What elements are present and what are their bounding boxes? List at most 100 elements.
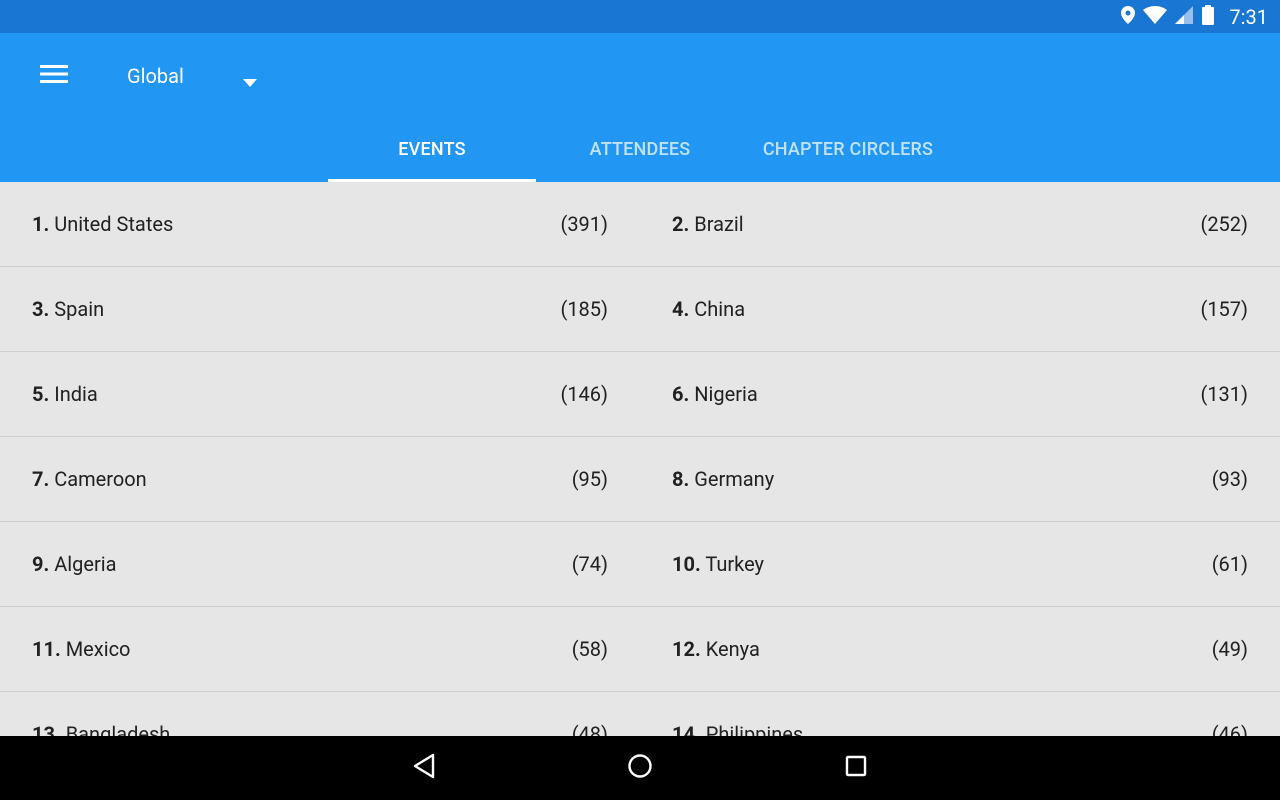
tab-chapter-circlers[interactable]: CHAPTER CIRCLERS [744,117,952,182]
country-name-line: 14. Philippines [672,722,803,736]
status-time: 7:31 [1229,4,1268,29]
tab-events[interactable]: EVENTS [328,117,536,182]
country-name: Germany [694,467,775,491]
country-name-line: 2. Brazil [672,212,744,236]
list-item[interactable]: 8. Germany (93) [640,437,1280,521]
country-name-line: 9. Algeria [32,552,117,576]
country-name: Spain [54,297,105,321]
tab-chapter-circlers-label: CHAPTER CIRCLERS [762,139,934,160]
dropdown-arrow-icon [243,72,257,91]
menu-button[interactable] [24,54,84,98]
list-row: 9. Algeria (74) 10. Turkey (61) [0,522,1280,607]
location-icon [1121,5,1136,28]
country-name: India [54,382,98,406]
list-item[interactable]: 9. Algeria (74) [0,522,640,606]
event-count: (252) [1200,212,1248,236]
country-name-line: 13. Bangladesh [32,722,170,736]
tab-attendees[interactable]: ATTENDEES [536,117,744,182]
event-count: (48) [571,722,608,736]
country-name-line: 10. Turkey [672,552,764,576]
country-name: Kenya [705,637,760,661]
list-row: 1. United States (391) 2. Brazil (252) [0,182,1280,267]
country-ranking-list[interactable]: 1. United States (391) 2. Brazil (252) 3. … [0,182,1280,736]
list-item[interactable]: 3. Spain (185) [0,267,640,351]
country-name-line: 1. United States [32,212,173,236]
region-spinner-label: Global [127,64,184,88]
recents-icon [845,755,867,781]
tab-attendees-label: ATTENDEES [589,139,691,160]
recents-button[interactable] [836,748,876,788]
event-count: (74) [571,552,608,576]
event-count: (131) [1200,382,1248,406]
rank-number: 8. [672,467,690,491]
navigation-bar [0,736,1280,800]
country-name: United States [54,212,174,236]
list-row: 5. India (146) 6. Nigeria (131) [0,352,1280,437]
rank-number: 11. [32,637,61,661]
rank-number: 9. [32,552,50,576]
home-button[interactable] [620,748,660,788]
home-icon [627,753,653,783]
event-count: (61) [1211,552,1248,576]
rank-number: 2. [672,212,690,236]
rank-number: 12. [672,637,701,661]
country-name-line: 4. China [672,297,745,321]
country-name: Turkey [705,552,765,576]
rank-number: 13. [32,722,61,736]
event-count: (58) [571,637,608,661]
event-count: (95) [571,467,608,491]
event-count: (157) [1200,297,1248,321]
event-count: (93) [1211,467,1248,491]
country-name: Brazil [694,212,744,236]
country-name: Nigeria [694,382,758,406]
country-name-line: 7. Cameroon [32,467,147,491]
list-item[interactable]: 11. Mexico (58) [0,607,640,691]
back-button[interactable] [404,748,444,788]
country-name-line: 8. Germany [672,467,774,491]
list-item[interactable]: 4. China (157) [640,267,1280,351]
country-name-line: 11. Mexico [32,637,130,661]
country-name: Algeria [54,552,117,576]
event-count: (46) [1211,722,1248,736]
region-spinner[interactable]: Global [127,54,267,98]
country-name: Philippines [705,722,804,736]
list-item[interactable]: 2. Brazil (252) [640,182,1280,266]
country-name-line: 12. Kenya [672,637,760,661]
list-item[interactable]: 1. United States (391) [0,182,640,266]
list-item[interactable]: 14. Philippines (46) [640,692,1280,736]
app-bar: Global EVENTS ATTENDEES CHAPTER CIRCLERS [0,33,1280,182]
list-item[interactable]: 7. Cameroon (95) [0,437,640,521]
event-count: (49) [1211,637,1248,661]
country-name: Bangladesh [65,722,171,736]
list-item[interactable]: 10. Turkey (61) [640,522,1280,606]
list-item[interactable]: 5. India (146) [0,352,640,436]
battery-icon [1201,4,1215,29]
list-row: 3. Spain (185) 4. China (157) [0,267,1280,352]
list-item[interactable]: 13. Bangladesh (48) [0,692,640,736]
tab-bar: EVENTS ATTENDEES CHAPTER CIRCLERS [328,117,952,182]
rank-number: 14. [672,722,701,736]
country-name-line: 6. Nigeria [672,382,758,406]
rank-number: 6. [672,382,690,406]
country-name: Cameroon [54,467,147,491]
country-name-line: 3. Spain [32,297,104,321]
event-count: (185) [560,297,608,321]
country-name: China [694,297,746,321]
rank-number: 10. [672,552,701,576]
cell-signal-icon [1175,5,1194,28]
rank-number: 7. [32,467,50,491]
event-count: (146) [560,382,608,406]
event-count: (391) [560,212,608,236]
back-icon [412,753,436,783]
list-item[interactable]: 6. Nigeria (131) [640,352,1280,436]
rank-number: 5. [32,382,50,406]
status-icons: 7:31 [1121,0,1268,33]
country-name: Mexico [65,637,131,661]
rank-number: 4. [672,297,690,321]
list-row: 11. Mexico (58) 12. Kenya (49) [0,607,1280,692]
status-bar: 7:31 [0,0,1280,33]
rank-number: 3. [32,297,50,321]
tab-events-label: EVENTS [398,139,466,160]
list-item[interactable]: 12. Kenya (49) [640,607,1280,691]
wifi-icon [1143,5,1168,28]
